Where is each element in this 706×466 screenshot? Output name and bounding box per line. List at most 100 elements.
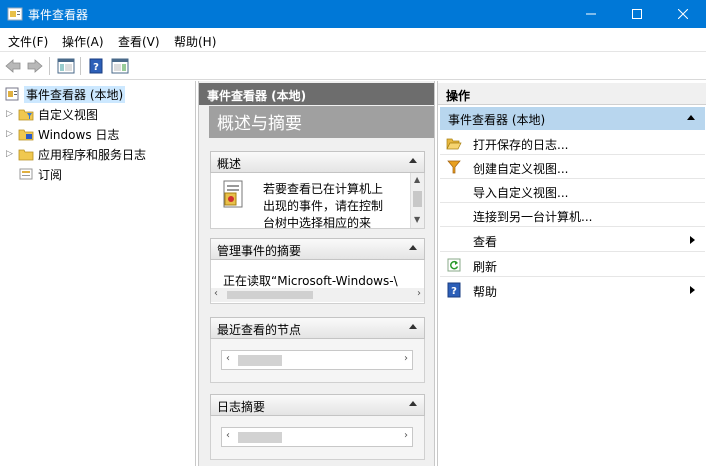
tree-node-root[interactable]: 事件查看器 (本地)	[4, 85, 126, 103]
tree-node-label: Windows 日志	[38, 127, 120, 142]
submenu-arrow-icon	[690, 286, 695, 294]
action-import-custom-view[interactable]: 导入自定义视图...	[440, 179, 705, 203]
tree-node-label: 应用程序和服务日志	[38, 147, 147, 162]
action-open-saved-log[interactable]: 打开保存的日志...	[440, 131, 705, 155]
toolbar: ?	[0, 52, 706, 80]
pane-title: 概述与摘要	[209, 106, 434, 138]
close-button[interactable]	[660, 0, 706, 28]
menu-action[interactable]: 操作(A)	[62, 33, 104, 50]
menu-bar: 文件(F) 操作(A) 查看(V) 帮助(H)	[0, 28, 706, 52]
section-overview-header[interactable]: 概述	[210, 151, 425, 173]
section-summary-body: 正在读取“Microsoft-Windows-\ ‹ ›	[210, 260, 425, 304]
action-help[interactable]: ? 帮助	[440, 278, 705, 302]
scroll-left-icon[interactable]: ‹	[226, 353, 230, 364]
forward-arrow-icon	[27, 59, 43, 73]
subscription-icon	[18, 166, 34, 182]
scroll-thumb[interactable]	[227, 291, 313, 299]
summary-text: 正在读取“Microsoft-Windows-\	[223, 274, 398, 288]
collapse-arrow-icon[interactable]	[409, 245, 417, 250]
event-viewer-icon	[7, 7, 23, 21]
scroll-right-icon[interactable]: ›	[417, 288, 421, 299]
section-title: 概述	[217, 157, 242, 171]
section-recent-header[interactable]: 最近查看的节点	[210, 317, 425, 339]
expand-chevron-icon[interactable]: ▷	[6, 109, 18, 119]
scroll-right-icon[interactable]: ›	[404, 353, 408, 364]
expand-chevron-icon[interactable]: ▷	[6, 149, 18, 159]
scroll-left-icon[interactable]: ‹	[214, 288, 218, 299]
action-refresh[interactable]: 刷新	[440, 253, 705, 277]
help-book-icon: ?	[89, 58, 103, 74]
tree-node-subscriptions[interactable]: 订阅	[18, 165, 62, 183]
section-title: 最近查看的节点	[217, 323, 302, 337]
overview-text: 若要查看已在计算机上 出现的事件，请在控制 台树中选择相应的来	[263, 182, 384, 229]
overview-pane: 事件查看器 (本地) 概述与摘要 概述 若要查看已在计算机上 出现的事件，请在控…	[198, 81, 435, 466]
scroll-thumb[interactable]	[413, 191, 422, 207]
action-view[interactable]: 查看	[440, 228, 705, 252]
scroll-down-icon[interactable]: ▼	[414, 215, 420, 224]
action-connect-computer[interactable]: 连接到另一台计算机...	[440, 203, 705, 227]
scroll-left-icon[interactable]: ‹	[226, 430, 230, 441]
section-title: 日志摘要	[217, 400, 266, 414]
show-hide-tree-button[interactable]	[56, 56, 76, 76]
pane-header: 事件查看器 (本地)	[199, 83, 434, 105]
folder-filter-icon	[18, 106, 34, 122]
vertical-scrollbar[interactable]: ▲ ▼	[410, 173, 424, 228]
horizontal-scrollbar[interactable]: ‹ ›	[221, 350, 413, 370]
help-button[interactable]: ?	[86, 56, 106, 76]
tree-node-label: 订阅	[38, 167, 63, 182]
minimize-button[interactable]	[568, 0, 614, 28]
close-icon	[678, 9, 688, 19]
scroll-right-icon[interactable]: ›	[404, 430, 408, 441]
collapse-arrow-icon[interactable]	[687, 115, 695, 120]
toolbar-separator	[80, 57, 81, 75]
refresh-icon	[446, 257, 462, 273]
submenu-arrow-icon	[690, 236, 695, 244]
collapse-arrow-icon[interactable]	[409, 158, 417, 163]
actions-pane: 操作 事件查看器 (本地) 打开保存的日志... 创建自定义视图... 导入自定…	[437, 81, 706, 466]
expand-chevron-icon[interactable]: ▷	[6, 129, 18, 139]
back-button[interactable]	[4, 56, 22, 76]
section-summary-header[interactable]: 管理事件的摘要	[210, 238, 425, 260]
action-create-custom-view[interactable]: 创建自定义视图...	[440, 155, 705, 179]
tree-node-app-service-logs[interactable]: ▷ 应用程序和服务日志	[6, 145, 146, 163]
scroll-thumb[interactable]	[238, 355, 282, 366]
event-viewer-icon	[4, 86, 20, 102]
folder-windows-icon	[18, 126, 34, 142]
open-folder-icon	[446, 135, 462, 151]
action-pane-icon	[111, 58, 129, 74]
minimize-icon	[586, 13, 596, 15]
section-overview-body: 若要查看已在计算机上 出现的事件，请在控制 台树中选择相应的来 ▲ ▼	[210, 173, 425, 229]
filter-icon	[446, 159, 462, 175]
forward-button[interactable]	[26, 56, 44, 76]
tree-node-custom-views[interactable]: ▷ 自定义视图	[6, 105, 98, 123]
horizontal-scrollbar[interactable]: ‹ ›	[221, 427, 413, 447]
tree-node-label: 自定义视图	[38, 107, 99, 122]
menu-file[interactable]: 文件(F)	[8, 33, 48, 50]
menu-view[interactable]: 查看(V)	[118, 33, 160, 50]
scroll-thumb[interactable]	[238, 432, 282, 443]
toolbar-separator	[49, 57, 50, 75]
collapse-arrow-icon[interactable]	[409, 324, 417, 329]
svg-text:?: ?	[93, 62, 99, 73]
actions-group-header[interactable]: 事件查看器 (本地)	[440, 107, 705, 130]
maximize-button[interactable]	[614, 0, 660, 28]
tree-node-label: 事件查看器 (本地)	[24, 85, 126, 103]
actions-group-title: 事件查看器 (本地)	[448, 113, 546, 127]
section-log-summary-header[interactable]: 日志摘要	[210, 394, 425, 416]
folder-icon	[18, 146, 34, 162]
collapse-arrow-icon[interactable]	[409, 401, 417, 406]
svg-text:?: ?	[451, 286, 457, 297]
maximize-icon	[632, 9, 642, 19]
back-arrow-icon	[5, 59, 21, 73]
actions-header: 操作	[438, 83, 706, 105]
scroll-up-icon[interactable]: ▲	[414, 175, 420, 184]
section-title: 管理事件的摘要	[217, 244, 302, 258]
show-hide-action-pane-button[interactable]	[110, 56, 130, 76]
console-tree-icon	[57, 58, 75, 74]
menu-help[interactable]: 帮助(H)	[174, 33, 216, 50]
tree-node-windows-logs[interactable]: ▷ Windows 日志	[6, 125, 119, 143]
console-tree: 事件查看器 (本地) ▷ 自定义视图 ▷ Windows 日志 ▷ 应用程序和服…	[0, 81, 196, 466]
event-log-icon	[221, 179, 247, 211]
help-book-icon: ?	[446, 282, 462, 298]
horizontal-scrollbar[interactable]: ‹ ›	[211, 288, 424, 302]
